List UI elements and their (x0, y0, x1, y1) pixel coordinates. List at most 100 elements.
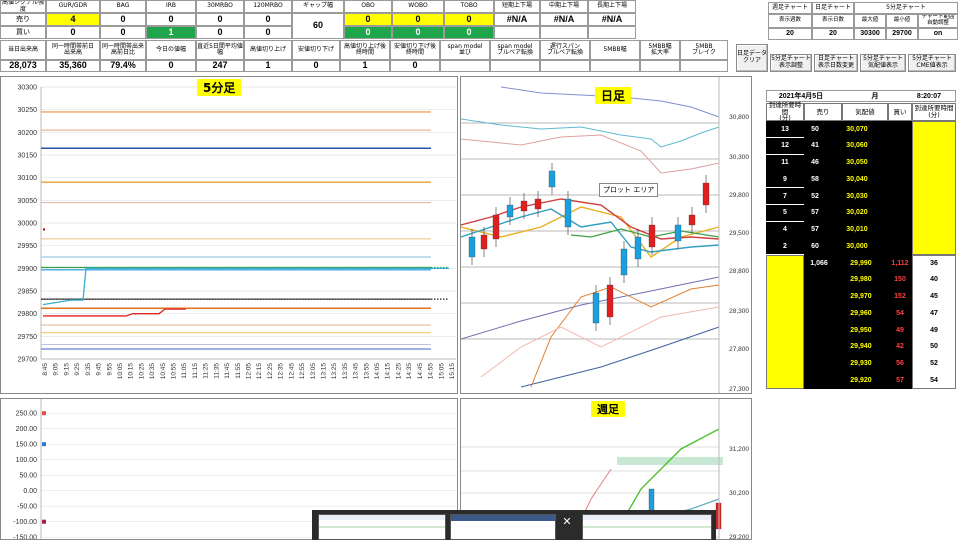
setting-label: 最大値 (854, 14, 886, 28)
sell-qty: 46 (811, 159, 819, 166)
x-tick-label: 12:05 (246, 363, 253, 380)
close-icon[interactable]: ✕ (558, 512, 576, 530)
candle-body (492, 214, 500, 240)
col-header: 短期上下場 (494, 0, 540, 13)
metric-header: 5MBB幅 (590, 40, 640, 60)
col-header: 30MRBO (196, 0, 244, 13)
y-tick-label: 28,800 (729, 268, 749, 275)
buy-price: 29,980 (850, 276, 872, 284)
metric-value: 1 (244, 60, 292, 72)
sell-time: 5 (766, 204, 804, 221)
y-tick-label: 29900 (18, 266, 38, 273)
board-header: 到達所要時間 (分) (912, 103, 956, 121)
sell-time: 12 (766, 137, 804, 154)
y-tick-label: 30100 (18, 175, 38, 182)
buy-time: 49 (930, 326, 938, 334)
metric-value: 247 (196, 60, 244, 72)
x-tick-label: 13:15 (320, 363, 327, 380)
metric-header: 同一時間帯出来 高前日比 (100, 40, 146, 60)
sell-time: 2 (766, 238, 804, 255)
y-tick-label: 29750 (18, 334, 38, 341)
x-tick-label: 14:15 (385, 363, 392, 380)
sell-value: 0 (196, 13, 244, 26)
5m-header: 5分足チャート (854, 2, 958, 14)
x-tick-label: 13:35 (342, 363, 349, 380)
setting-value[interactable]: 29700 (886, 28, 918, 40)
y-tick-label: 30050 (18, 198, 38, 205)
buy-qty: 150 (894, 276, 906, 284)
show-5m-quotes-button[interactable]: 5分足チャート 気配値表示 (860, 54, 906, 72)
board-buy-empty-bg (888, 121, 912, 255)
board-header: 気配値 (842, 103, 888, 121)
board-header: 到達所要時間 (分) (766, 101, 804, 122)
candle-body (548, 170, 556, 188)
board-header: 売り (804, 103, 842, 121)
buy-price: 29,990 (850, 259, 872, 267)
col-header: 高値シグナル強度 (0, 0, 46, 13)
show-5m-cme-button[interactable]: 5分足チャート CME値表示 (908, 54, 956, 72)
trend-empty (494, 26, 540, 39)
metric-header: 今日の値幅 (146, 40, 196, 60)
sell-time: 4 (766, 221, 804, 238)
metric-empty (540, 60, 590, 72)
candle-body (688, 214, 696, 226)
buy-value: 0 (100, 26, 146, 39)
buy-time: 40 (930, 276, 938, 284)
setting-label: 表示週数 (768, 14, 812, 28)
candle-body (480, 234, 488, 250)
sell-qty: 52 (811, 192, 819, 200)
candle-body (648, 224, 656, 248)
adjust-5m-chart-button[interactable]: 5分足チャート 表示調整 (770, 54, 812, 72)
sell-qty: 60 (811, 242, 819, 250)
sell-value: 0 (100, 13, 146, 26)
buy-qty: 54 (896, 309, 904, 317)
y-tick-label: 30,300 (729, 154, 749, 161)
y-tick-label: 29,500 (729, 230, 749, 237)
sell-value: 0 (444, 13, 494, 26)
sell-total (804, 305, 834, 321)
buy-price: 29,940 (850, 343, 872, 351)
chart-daily: 30,800 30,300 29,800 29,500 28,800 28,300 27,8… (460, 76, 752, 394)
y-tick-label: -100.00 (13, 519, 37, 526)
x-tick-label: 10:25 (138, 363, 145, 380)
change-daily-days-button[interactable]: 日足チャート 表示日数変更 (814, 54, 858, 72)
x-tick-label: 13:55 (363, 363, 370, 380)
setting-value[interactable]: 20 (768, 28, 812, 40)
trend-line-1 (461, 276, 720, 340)
y-tick-label: 30200 (18, 130, 38, 137)
y-tick-label: 30150 (18, 153, 38, 160)
setting-label: 表示日数 (812, 14, 854, 28)
x-tick-label: 11:25 (203, 363, 210, 379)
clear-daily-data-button[interactable]: 日足データ クリア (736, 44, 768, 72)
candle-body (592, 292, 600, 324)
buy-label: 買い (0, 26, 46, 39)
buy-qty: 57 (896, 376, 904, 384)
buy-time: 36 (930, 259, 938, 267)
buy-value: 0 (444, 26, 494, 39)
setting-value[interactable]: on (918, 28, 958, 40)
x-tick-label: 14:45 (417, 363, 424, 380)
setting-value[interactable]: 20 (812, 28, 854, 40)
board-weekday: 月 (871, 93, 879, 100)
setting-value[interactable]: 30300 (854, 28, 886, 40)
window-thumbnail-3[interactable] (582, 514, 712, 540)
sell-price: 30,000 (846, 242, 868, 250)
x-tick-label: 12:35 (278, 363, 285, 380)
x-tick-label: 9:25 (74, 363, 81, 376)
window-thumbnail-2[interactable] (450, 514, 556, 540)
y-tick-label: 29700 (18, 357, 38, 364)
col-header: BAG (100, 0, 146, 13)
x-tick-label: 8:45 (42, 363, 49, 376)
window-thumbnail-1[interactable] (318, 514, 446, 540)
buy-value: 1 (146, 26, 196, 39)
x-tick-label: 9:05 (53, 363, 60, 376)
col-header: 120MRBO (244, 0, 292, 13)
metric-value: 0 (292, 60, 340, 72)
y-tick-label: -50.00 (17, 504, 37, 511)
metric-value: 28,073 (0, 60, 46, 72)
metric-empty (640, 60, 680, 72)
y-tick-label: 30000 (18, 221, 38, 228)
metric-header: 遅行スパン ブルベア転換 (540, 40, 590, 60)
buy-qty: 42 (896, 343, 904, 351)
x-tick-label: 12:25 (267, 363, 274, 380)
